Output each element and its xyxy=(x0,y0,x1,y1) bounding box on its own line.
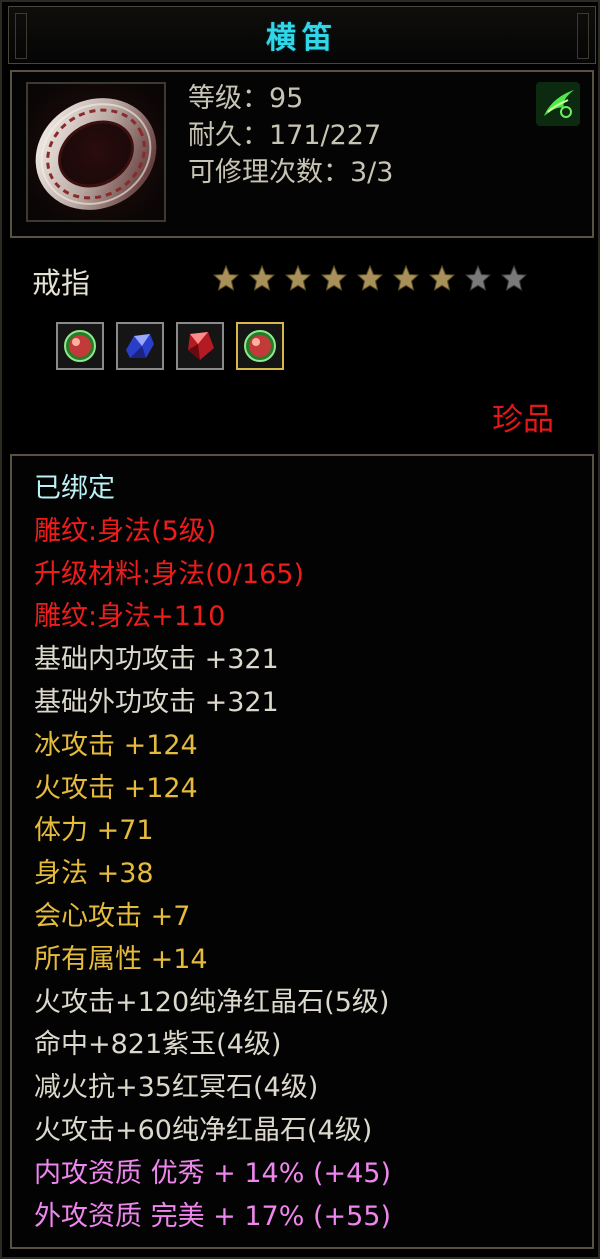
attribute-line: 已绑定 xyxy=(34,473,115,504)
attribute-line: 内攻资质 优秀 + 14% (+45) xyxy=(34,1157,392,1189)
title-bar-ornament-right xyxy=(577,13,589,59)
durability-line: 耐久：171/227 xyxy=(188,120,382,151)
attribute-line: 所有属性 +14 xyxy=(34,943,208,975)
silver-ring-icon xyxy=(28,84,164,220)
green-red-gem-selected-icon xyxy=(244,330,276,362)
title-bar: 横笛 xyxy=(8,6,596,64)
item-title: 横笛 xyxy=(266,21,338,56)
item-icon-slot[interactable] xyxy=(26,82,166,222)
attribute-line: 命中+821紫玉(4级) xyxy=(34,1029,282,1061)
attribute-line: 火攻击+120纯净红晶石(5级) xyxy=(34,986,390,1018)
attribute-line: 减火抗+35红冥石(4级) xyxy=(34,1072,319,1104)
green-red-gem-icon xyxy=(64,330,96,362)
star-empty-icon xyxy=(500,264,528,292)
attribute-line: 火攻击+60纯净红晶石(4级) xyxy=(34,1114,373,1146)
star-filled-icon xyxy=(284,264,312,292)
attribute-line: 基础内功攻击 +321 xyxy=(34,644,279,676)
star-filled-icon xyxy=(428,264,456,292)
attribute-line: 外攻资质 完美 + 17% (+55) xyxy=(34,1200,392,1232)
star-rating xyxy=(212,264,528,292)
gem-socket[interactable] xyxy=(236,322,284,370)
red-crystal-icon xyxy=(188,332,214,360)
attribute-line: 火攻击 +124 xyxy=(34,772,198,804)
attribute-line: 会心攻击 +7 xyxy=(34,900,191,932)
title-bar-ornament-left xyxy=(15,13,27,59)
attribute-panel: 已绑定雕纹:身法(5级) 升级材料:身法(0/165) 雕纹:身法+110 基础内功攻… xyxy=(10,454,594,1249)
attribute-line: 身法 +38 xyxy=(34,858,154,890)
attribute-line: 雕纹:身法+110 xyxy=(34,601,226,633)
green-cloud-emblem-icon xyxy=(536,82,580,126)
star-empty-icon xyxy=(464,264,492,292)
rarity-label: 珍品 xyxy=(492,402,554,438)
item-stats: 等级：95 耐久：171/227 可修理次数：3/3 xyxy=(188,80,393,191)
star-filled-icon xyxy=(248,264,276,292)
item-tooltip: 横笛 等级：95 耐久：171/227 可修理次数：3/3 戒指 珍品 已绑定 … xyxy=(0,0,600,1259)
star-filled-icon xyxy=(356,264,384,292)
blue-crystal-icon xyxy=(126,334,154,358)
attribute-line: 基础外功攻击 +321 xyxy=(34,686,279,718)
attribute-line: 体力 +71 xyxy=(34,815,154,847)
attribute-line: 雕纹:身法(5级) xyxy=(34,515,217,547)
gem-socket[interactable] xyxy=(176,322,224,370)
repair-count-line: 可修理次数：3/3 xyxy=(188,157,394,188)
star-filled-icon xyxy=(392,264,420,292)
gem-socket[interactable] xyxy=(116,322,164,370)
star-filled-icon xyxy=(212,264,240,292)
gem-socket[interactable] xyxy=(56,322,104,370)
item-header-panel: 等级：95 耐久：171/227 可修理次数：3/3 xyxy=(10,70,594,238)
attribute-line: 升级材料:身法(0/165) xyxy=(34,558,304,590)
gem-sockets xyxy=(56,322,284,370)
attribute-line: 冰攻击 +124 xyxy=(34,729,198,761)
star-filled-icon xyxy=(320,264,348,292)
level-line: 等级：95 xyxy=(188,83,304,114)
item-type-label: 戒指 xyxy=(32,266,91,300)
